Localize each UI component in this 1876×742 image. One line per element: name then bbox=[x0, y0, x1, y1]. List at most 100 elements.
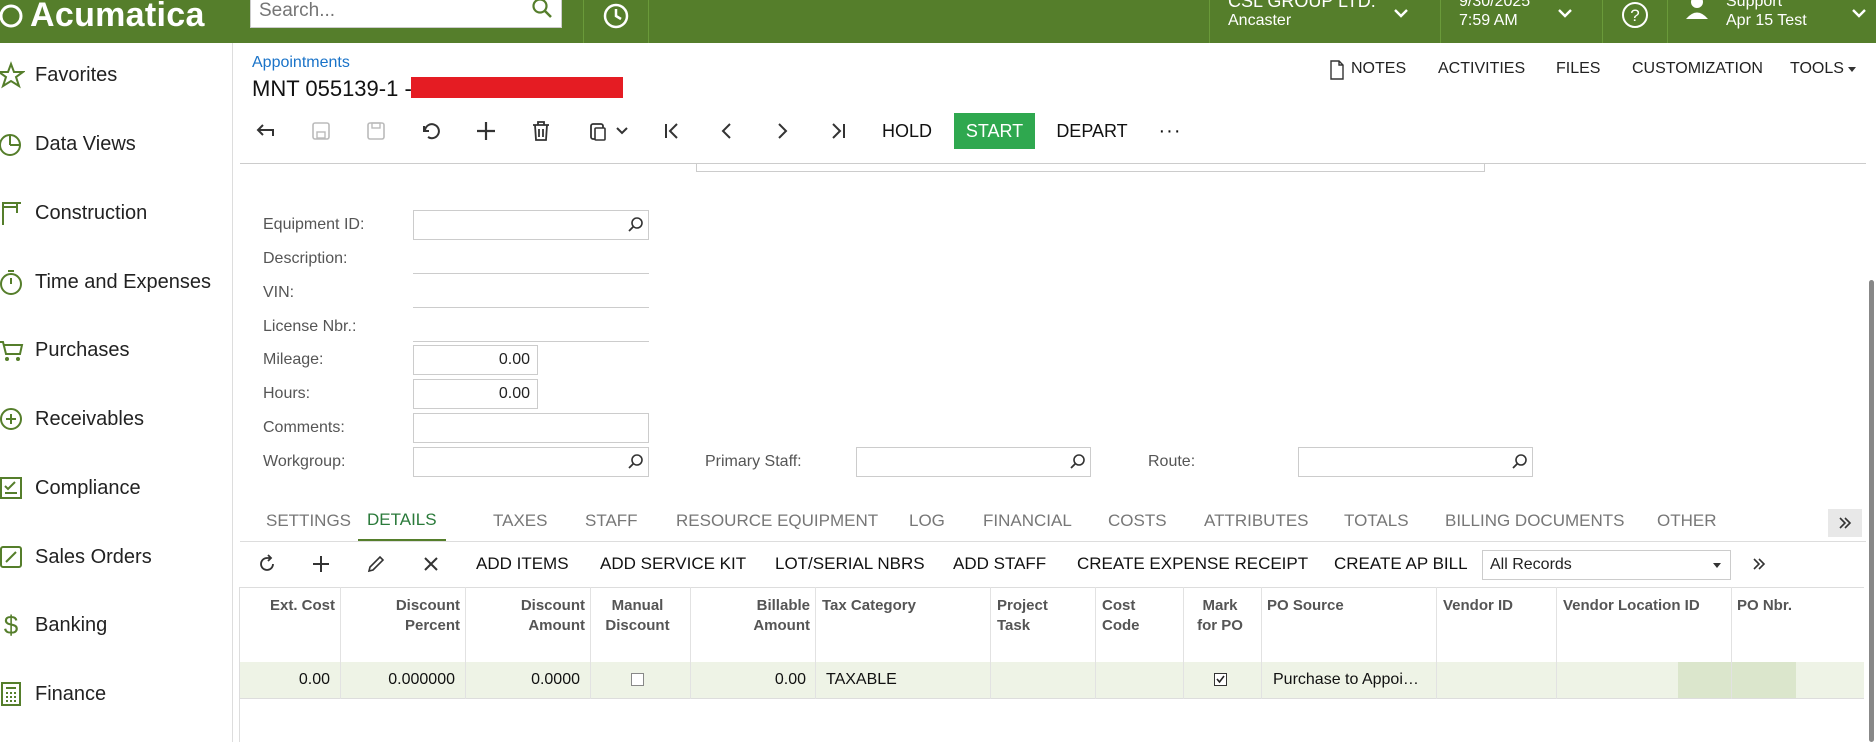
scrollbar-thumb[interactable] bbox=[1869, 280, 1874, 742]
discount-amount-cell[interactable]: 0.0000 bbox=[466, 671, 580, 689]
edit-row-button[interactable] bbox=[363, 548, 389, 580]
discount-percent-cell[interactable]: 0.000000 bbox=[341, 671, 455, 689]
chevron-down-icon[interactable] bbox=[1556, 4, 1574, 22]
add-items-button[interactable]: ADD ITEMS bbox=[476, 548, 569, 580]
start-button[interactable]: START bbox=[954, 113, 1035, 149]
tab-taxes[interactable]: TAXES bbox=[493, 500, 547, 542]
records-filter-select[interactable]: All Records bbox=[1482, 550, 1731, 580]
ext-cost-cell[interactable]: 0.00 bbox=[240, 671, 330, 689]
add-staff-button[interactable]: ADD STAFF bbox=[953, 548, 1046, 580]
grid-more-button[interactable] bbox=[1748, 548, 1770, 580]
sidebar-item-banking[interactable]: $ Banking bbox=[0, 600, 232, 650]
caret-down-icon[interactable] bbox=[1847, 66, 1857, 74]
col-header-manual-discount[interactable]: Manual Discount bbox=[590, 596, 685, 636]
col-header-vendor-id[interactable]: Vendor ID bbox=[1443, 596, 1513, 616]
lot-serial-button[interactable]: LOT/SERIAL NBRS bbox=[775, 548, 925, 580]
lookup-icon[interactable] bbox=[628, 453, 644, 469]
add-service-kit-button[interactable]: ADD SERVICE KIT bbox=[600, 548, 746, 580]
col-header-mark-for-po[interactable]: Mark for PO bbox=[1185, 596, 1255, 636]
business-date-selector[interactable]: 9/30/2025 7:59 AM bbox=[1459, 0, 1530, 30]
sidebar-item-purchases[interactable]: Purchases bbox=[0, 325, 232, 375]
chevron-down-icon[interactable] bbox=[1850, 4, 1868, 22]
sidebar-item-favorites[interactable]: Favorites bbox=[0, 50, 232, 100]
search-input[interactable] bbox=[251, 0, 521, 27]
search-icon[interactable] bbox=[531, 0, 553, 19]
copy-paste-button[interactable] bbox=[582, 113, 634, 149]
equipment-id-field[interactable] bbox=[413, 210, 649, 240]
delete-row-button[interactable] bbox=[418, 548, 444, 580]
sidebar-item-sales-orders[interactable]: Sales Orders bbox=[0, 532, 232, 582]
sidebar-item-finance[interactable]: Finance bbox=[0, 669, 232, 719]
add-button[interactable] bbox=[470, 113, 502, 149]
sidebar-item-compliance[interactable]: Compliance bbox=[0, 463, 232, 513]
tools-link[interactable]: TOOLS bbox=[1790, 60, 1844, 78]
primary-staff-field[interactable] bbox=[856, 447, 1091, 477]
acumatica-logo[interactable]: Acumatica bbox=[0, 0, 232, 37]
table-row[interactable]: 0.00 0.000000 0.0000 0.00 TAXABLE Purcha… bbox=[240, 662, 1864, 699]
lookup-icon[interactable] bbox=[1512, 453, 1528, 469]
tab-other[interactable]: OTHER bbox=[1657, 500, 1717, 542]
more-actions-button[interactable]: ··· bbox=[1154, 113, 1186, 149]
save-button[interactable] bbox=[360, 113, 392, 149]
files-link[interactable]: FILES bbox=[1556, 60, 1600, 78]
col-header-discount-percent[interactable]: Discount Percent bbox=[341, 596, 460, 636]
create-expense-receipt-button[interactable]: CREATE EXPENSE RECEIPT bbox=[1077, 548, 1308, 580]
help-button[interactable]: ? bbox=[1603, 0, 1667, 43]
hold-button[interactable]: HOLD bbox=[875, 113, 939, 149]
col-header-tax-category[interactable]: Tax Category bbox=[822, 596, 916, 616]
sidebar-item-data-views[interactable]: Data Views bbox=[0, 119, 232, 169]
tab-scroll-button[interactable] bbox=[1828, 509, 1862, 537]
sidebar-item-construction[interactable]: Construction bbox=[0, 188, 232, 238]
hours-field[interactable]: 0.00 bbox=[413, 379, 538, 409]
notes-icon[interactable] bbox=[1329, 60, 1345, 80]
create-ap-bill-button[interactable]: CREATE AP BILL bbox=[1334, 548, 1468, 580]
delete-button[interactable] bbox=[525, 113, 557, 149]
notes-link[interactable]: NOTES bbox=[1351, 60, 1406, 78]
tab-attributes[interactable]: ATTRIBUTES bbox=[1204, 500, 1309, 542]
customization-link[interactable]: CUSTOMIZATION bbox=[1632, 60, 1763, 78]
next-record-button[interactable] bbox=[766, 113, 798, 149]
tab-log[interactable]: LOG bbox=[909, 500, 945, 542]
tax-category-cell[interactable]: TAXABLE bbox=[826, 671, 897, 689]
tab-details[interactable]: DETAILS bbox=[358, 500, 446, 542]
tab-resource-equipment[interactable]: RESOURCE EQUIPMENT bbox=[676, 500, 878, 542]
cancel-changes-button[interactable] bbox=[415, 113, 447, 149]
vendor-id-cell[interactable] bbox=[1678, 662, 1796, 698]
lookup-icon[interactable] bbox=[1070, 453, 1086, 469]
add-row-button[interactable] bbox=[308, 548, 334, 580]
lookup-icon[interactable] bbox=[628, 216, 644, 232]
billable-amount-cell[interactable]: 0.00 bbox=[690, 671, 806, 689]
mileage-field[interactable]: 0.00 bbox=[413, 345, 538, 375]
tab-settings[interactable]: SETTINGS bbox=[266, 500, 351, 542]
manual-discount-checkbox[interactable] bbox=[631, 673, 644, 686]
back-button[interactable] bbox=[250, 113, 282, 149]
col-header-vendor-location-id[interactable]: Vendor Location ID bbox=[1563, 596, 1700, 616]
col-header-po-nbr[interactable]: PO Nbr. bbox=[1737, 596, 1792, 616]
user-avatar-icon[interactable] bbox=[1684, 0, 1710, 20]
recent-history-button[interactable] bbox=[584, 0, 648, 43]
mark-for-po-checkbox[interactable] bbox=[1214, 673, 1227, 686]
sidebar-item-time-and-expenses[interactable]: Time and Expenses bbox=[0, 257, 232, 307]
col-header-discount-amount[interactable]: Discount Amount bbox=[466, 596, 585, 636]
user-menu[interactable]: Support Apr 15 Test bbox=[1726, 0, 1807, 30]
chevron-down-icon[interactable] bbox=[1392, 4, 1410, 22]
first-record-button[interactable] bbox=[656, 113, 688, 149]
workgroup-field[interactable] bbox=[413, 447, 649, 477]
tab-costs[interactable]: COSTS bbox=[1108, 500, 1167, 542]
col-header-po-source[interactable]: PO Source bbox=[1267, 596, 1344, 616]
col-header-cost-code[interactable]: Cost Code bbox=[1102, 596, 1140, 636]
po-source-cell[interactable]: Purchase to Appoi… bbox=[1273, 671, 1419, 689]
col-header-project-task[interactable]: Project Task bbox=[997, 596, 1048, 636]
tab-totals[interactable]: TOTALS bbox=[1344, 500, 1409, 542]
tenant-selector[interactable]: CSL GROUP LTD. Ancaster bbox=[1228, 0, 1376, 30]
refresh-button[interactable] bbox=[254, 548, 280, 580]
breadcrumb[interactable]: Appointments bbox=[252, 54, 350, 72]
search-box[interactable] bbox=[250, 0, 562, 28]
last-record-button[interactable] bbox=[822, 113, 854, 149]
col-header-billable-amount[interactable]: Billable Amount bbox=[690, 596, 810, 636]
tab-billing-documents[interactable]: BILLING DOCUMENTS bbox=[1445, 500, 1624, 542]
col-header-ext-cost[interactable]: Ext. Cost bbox=[240, 596, 335, 616]
save-close-button[interactable] bbox=[305, 113, 337, 149]
previous-record-button[interactable] bbox=[711, 113, 743, 149]
depart-button[interactable]: DEPART bbox=[1050, 113, 1134, 149]
